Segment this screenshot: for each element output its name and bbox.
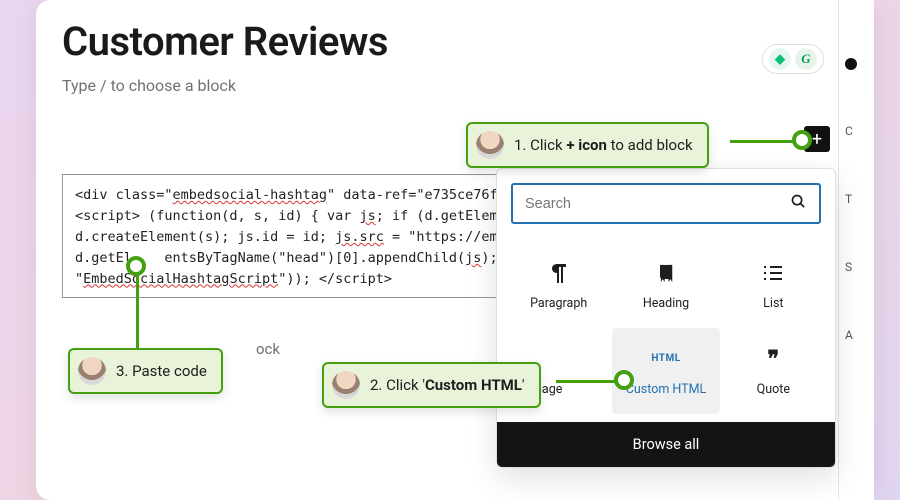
placeholder-fragment: ock	[256, 340, 280, 358]
heading-icon	[658, 260, 674, 286]
block-inserter-popover: Paragraph Heading List mage	[496, 168, 836, 468]
search-icon[interactable]	[790, 193, 807, 214]
sidebar-item[interactable]: C	[845, 124, 853, 138]
assistant-badges: ◆ G	[762, 44, 824, 74]
connector-dot	[792, 130, 812, 150]
block-list[interactable]: List	[720, 242, 827, 328]
sidebar-item[interactable]: A	[845, 328, 853, 342]
block-grid: Paragraph Heading List mage	[497, 238, 835, 422]
block-paragraph[interactable]: Paragraph	[505, 242, 612, 328]
browse-all-button[interactable]: Browse all	[497, 422, 835, 467]
plus-icon: +	[812, 129, 822, 150]
connector-dot	[126, 256, 146, 276]
callout-step1: 1. Click + icon to add block	[466, 122, 709, 168]
search-box[interactable]	[511, 183, 821, 224]
editor-card: Customer Reviews Type / to choose a bloc…	[36, 0, 874, 500]
list-icon	[762, 260, 784, 286]
sidebar-item[interactable]: S	[845, 260, 852, 274]
sidebar-dot-icon	[845, 58, 857, 70]
block-heading[interactable]: Heading	[612, 242, 719, 328]
paragraph-icon	[549, 260, 569, 286]
avatar-icon	[78, 357, 106, 385]
page-title[interactable]: Customer Reviews	[62, 18, 388, 65]
connector-line	[556, 380, 620, 383]
hint-icon[interactable]: ◆	[769, 48, 791, 70]
grammarly-icon[interactable]: G	[795, 48, 817, 70]
html-icon: HTML	[651, 346, 680, 372]
connector-dot	[614, 370, 634, 390]
quote-icon: ❞	[767, 346, 779, 372]
avatar-icon	[332, 371, 360, 399]
page-subtitle: Type / to choose a block	[62, 76, 236, 95]
sidebar-sliver: C T S A	[838, 0, 874, 500]
callout-step3: 3. Paste code	[68, 348, 223, 394]
avatar-icon	[476, 131, 504, 159]
connector-line	[730, 140, 800, 143]
sidebar-item[interactable]: T	[845, 192, 852, 206]
connector-line	[136, 270, 139, 350]
search-input[interactable]	[525, 196, 790, 212]
block-quote[interactable]: ❞ Quote	[720, 328, 827, 414]
callout-step2: 2. Click 'Custom HTML'	[322, 362, 541, 408]
